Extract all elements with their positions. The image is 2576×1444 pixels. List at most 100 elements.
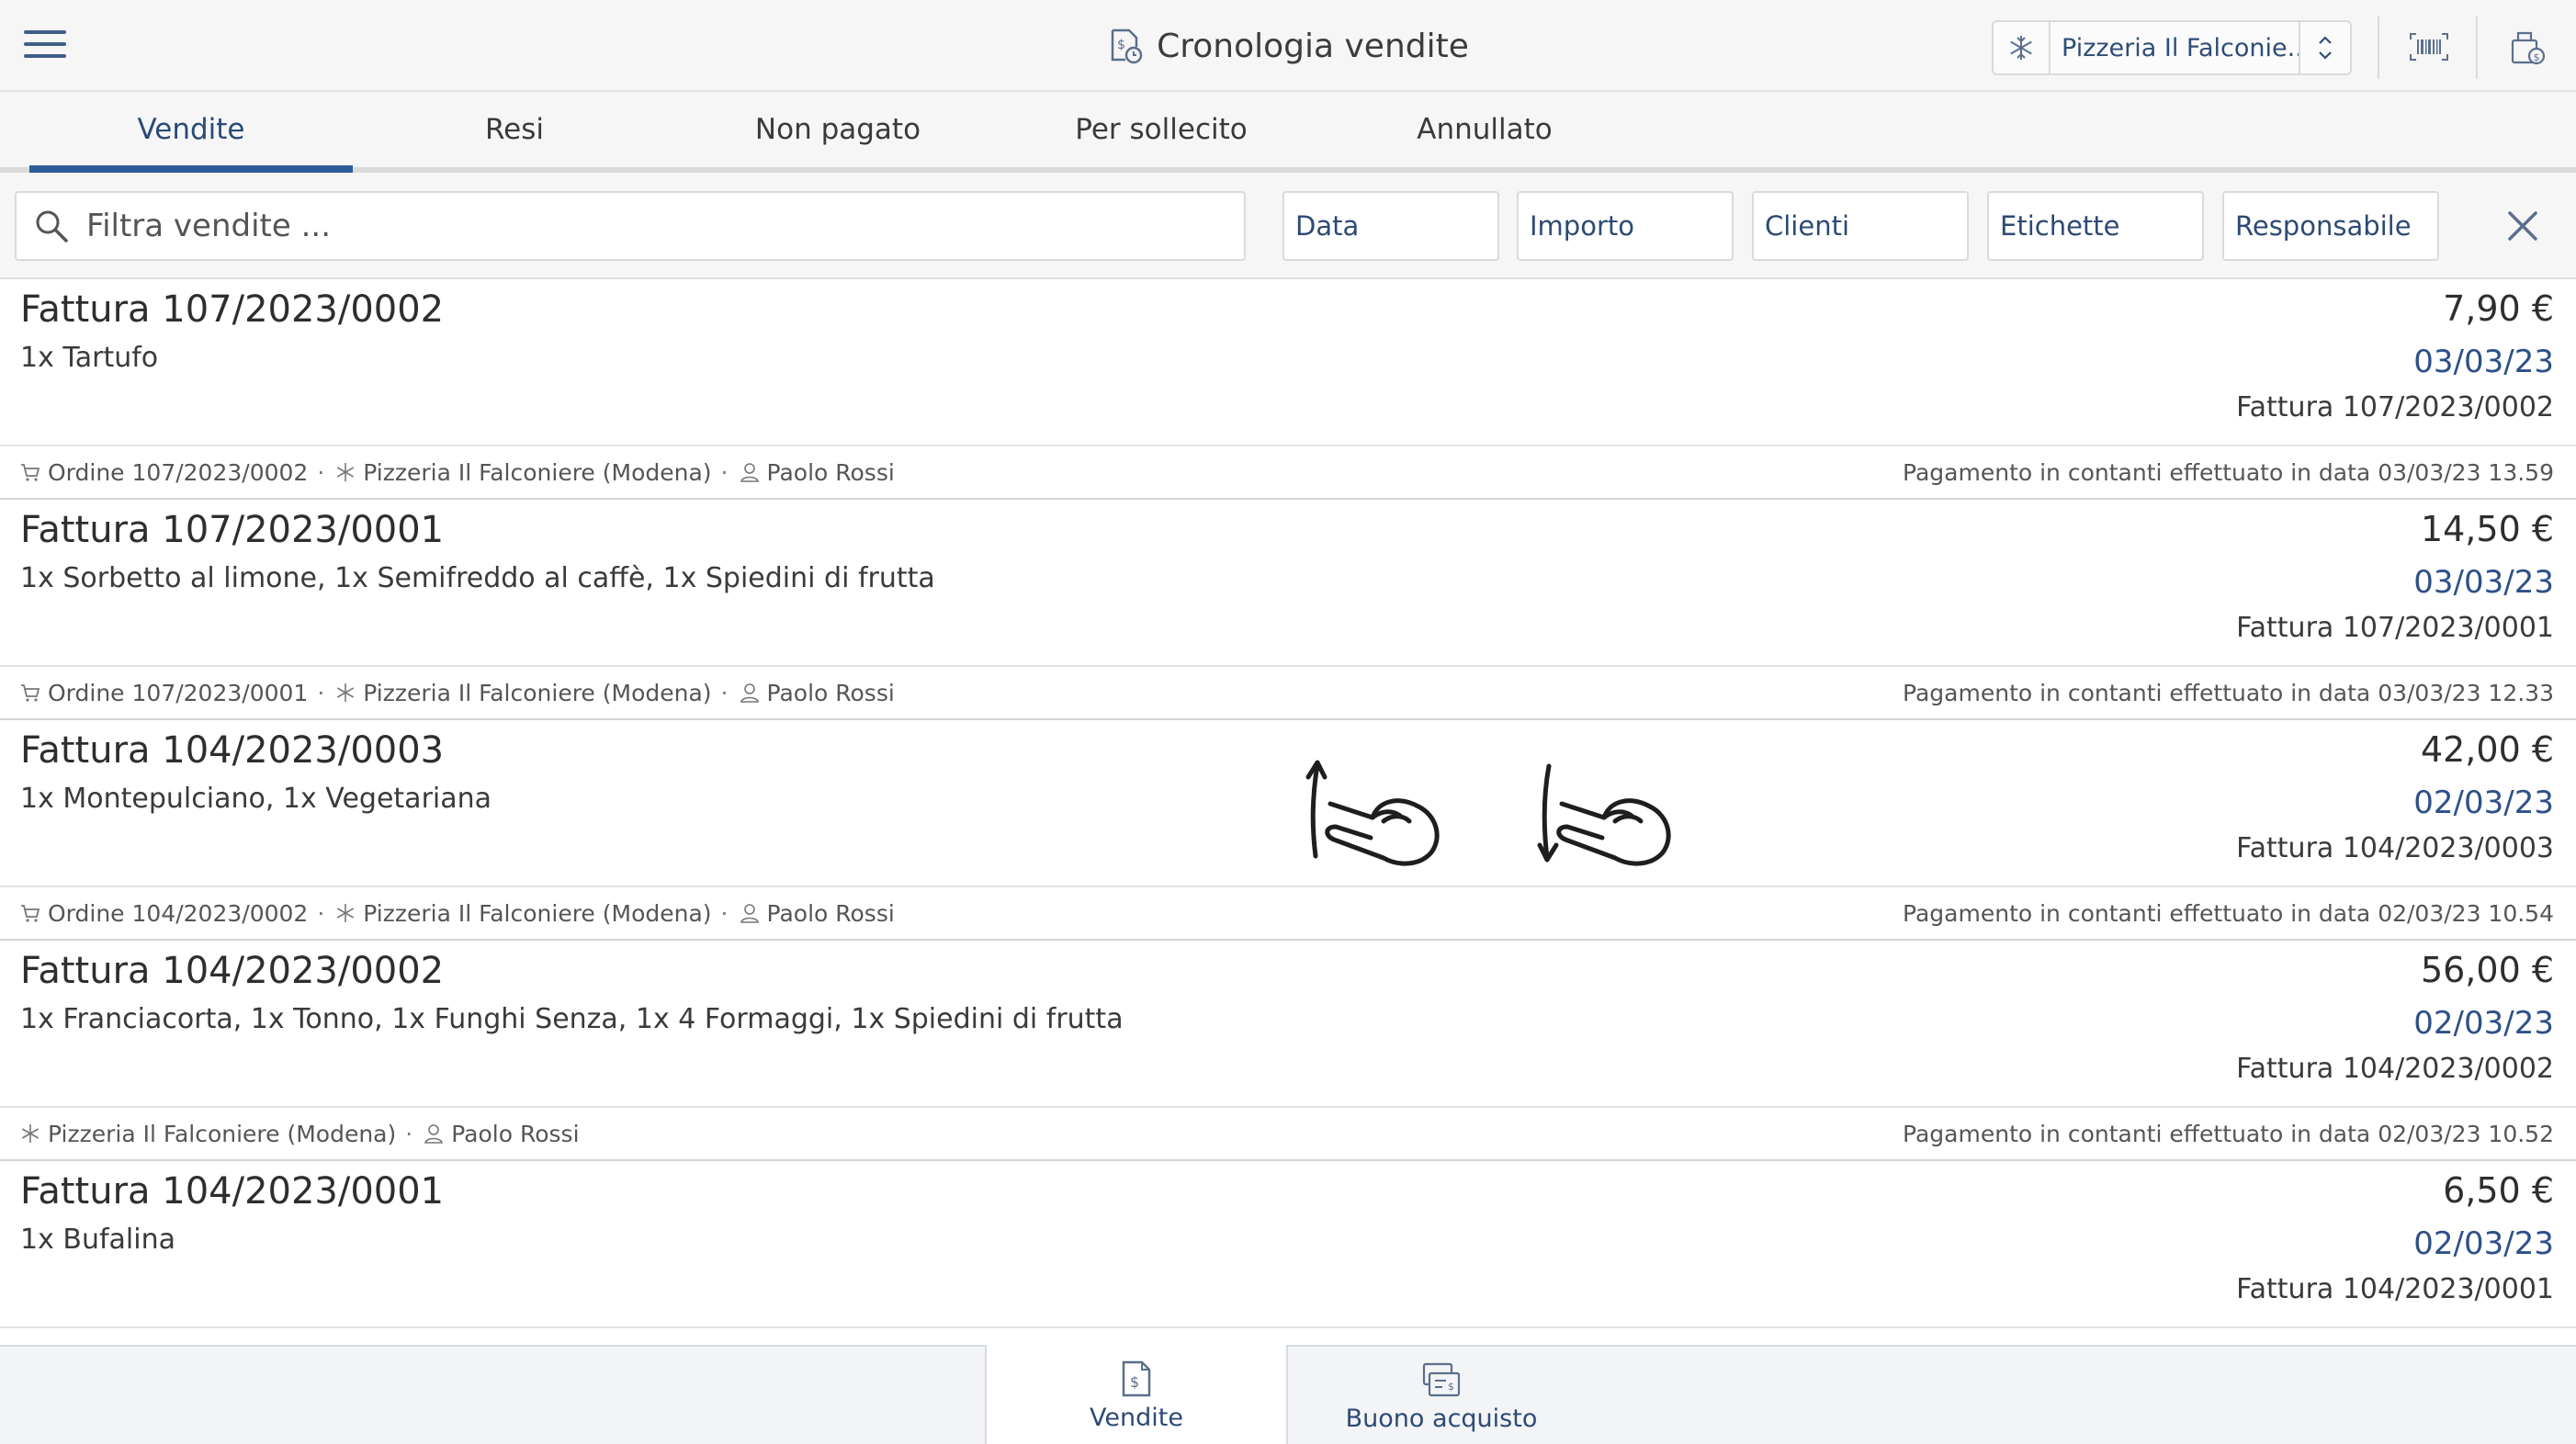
user-icon	[738, 460, 762, 484]
store-name: Pizzeria Il Falconiere (Modena)	[363, 899, 712, 927]
document-reference: Fattura 107/2023/0001	[2236, 612, 2554, 644]
store-name: Pizzeria Il Falconiere (Modena)	[363, 458, 712, 486]
store-name: Pizzeria Il Falconiere (Modena)	[363, 679, 712, 706]
sales-history-icon: $	[1111, 28, 1143, 64]
cart-icon	[18, 901, 42, 925]
order-number: Ordine 107/2023/0002	[48, 458, 309, 486]
filter-responsible-button[interactable]: Responsabile	[2222, 191, 2439, 261]
sale-meta: Ordine 107/2023/0001 · Pizzeria Il Falco…	[0, 665, 2576, 718]
sale-amount: 56,00 €	[2420, 950, 2554, 990]
cart-icon	[18, 681, 42, 705]
sale-amount: 6,50 €	[2443, 1170, 2554, 1211]
swipe-up-gesture-icon	[1305, 760, 1440, 866]
payment-status: Pagamento in contanti effettuato in data…	[1903, 900, 2554, 927]
sale-meta: Ordine 104/2023/0002 · Pizzeria Il Falco…	[0, 886, 2576, 939]
snowflake-icon	[333, 901, 357, 925]
tab-vendite[interactable]: Vendite	[29, 92, 353, 173]
store-selector[interactable]: Pizzeria Il Falconie...	[1992, 20, 2352, 75]
product-summary: 1x Franciacorta, 1x Tonno, 1x Funghi Sen…	[20, 1003, 1124, 1035]
header-divider	[2378, 17, 2379, 79]
page-title-group: $ Cronologia vendite	[1107, 27, 1469, 65]
svg-text:$: $	[2534, 51, 2540, 63]
tab-per-sollecito[interactable]: Per sollecito	[1000, 92, 1323, 167]
product-summary: 1x Bufalina	[20, 1224, 175, 1256]
header-divider	[2476, 17, 2478, 79]
payment-status: Pagamento in contanti effettuato in data…	[1903, 459, 2554, 486]
sale-meta: Ordine 107/2023/0002 · Pizzeria Il Falco…	[0, 445, 2576, 498]
voucher-icon: $	[1422, 1362, 1461, 1396]
sale-meta	[0, 1326, 2576, 1345]
invoice-number: Fattura 104/2023/0001	[20, 1170, 445, 1213]
svg-text:$: $	[1117, 38, 1125, 52]
cart-icon	[18, 460, 42, 484]
filter-amount-button[interactable]: Importo	[1517, 191, 1734, 261]
user-icon	[738, 901, 762, 925]
sale-row[interactable]: Fattura 104/2023/0001 1x Bufalina 6,50 €…	[0, 1161, 2576, 1345]
cash-register-icon[interactable]: $	[2504, 24, 2550, 70]
sale-amount: 7,90 €	[2443, 288, 2554, 329]
snowflake-icon	[333, 681, 357, 705]
user-name: Paolo Rossi	[451, 1120, 580, 1147]
tab-annullato[interactable]: Annullato	[1323, 92, 1646, 167]
sale-amount: 14,50 €	[2420, 509, 2554, 549]
tab-resi[interactable]: Resi	[353, 92, 676, 167]
document-reference: Fattura 104/2023/0003	[2236, 832, 2554, 864]
sale-date: 02/03/23	[2413, 1225, 2554, 1262]
search-input[interactable]	[86, 208, 1226, 244]
top-bar: $ Cronologia vendite Pizzeria Il Falconi…	[0, 0, 2576, 92]
document-reference: Fattura 104/2023/0002	[2236, 1053, 2554, 1085]
product-summary: 1x Sorbetto al limone, 1x Semifreddo al …	[20, 562, 935, 594]
user-name: Paolo Rossi	[766, 458, 895, 486]
product-summary: 1x Montepulciano, 1x Vegetariana	[20, 783, 492, 815]
order-number: Ordine 104/2023/0002	[48, 899, 309, 927]
page-title: Cronologia vendite	[1157, 27, 1469, 65]
nav-buono-acquisto[interactable]: $ Buono acquisto	[1290, 1347, 1593, 1444]
snowflake-icon	[18, 1122, 42, 1145]
sale-amount: 42,00 €	[2420, 729, 2554, 770]
user-icon	[422, 1122, 446, 1145]
nav-vendite-label: Vendite	[1090, 1403, 1183, 1432]
swipe-down-gesture-icon	[1537, 763, 1671, 866]
sale-row[interactable]: Fattura 104/2023/0003 1x Montepulciano, …	[0, 720, 2576, 941]
nav-buono-acquisto-label: Buono acquisto	[1345, 1404, 1538, 1433]
barcode-icon[interactable]	[2406, 24, 2452, 70]
menu-icon[interactable]	[20, 24, 70, 66]
user-name: Paolo Rossi	[766, 679, 895, 706]
status-tabs: Vendite Resi Non pagato Per sollecito An…	[0, 92, 2576, 173]
snowflake-icon	[333, 460, 357, 484]
search-box	[15, 191, 1246, 261]
store-name: Pizzeria Il Falconiere (Modena)	[48, 1120, 397, 1147]
invoice-number: Fattura 107/2023/0002	[20, 288, 445, 331]
invoice-number: Fattura 104/2023/0002	[20, 950, 445, 992]
sale-date: 03/03/23	[2413, 344, 2554, 380]
filter-bar: Data Importo Clienti Etichette Responsab…	[0, 173, 2576, 279]
sale-meta: Pizzeria Il Falconiere (Modena) · Paolo …	[0, 1106, 2576, 1159]
product-summary: 1x Tartufo	[20, 342, 159, 374]
document-reference: Fattura 107/2023/0002	[2236, 391, 2554, 423]
bottom-navigation: $ Vendite $ Buono acquisto	[0, 1345, 2576, 1444]
invoice-number: Fattura 104/2023/0003	[20, 729, 445, 772]
user-icon	[738, 681, 762, 705]
filter-tags-button[interactable]: Etichette	[1987, 191, 2204, 261]
order-number: Ordine 107/2023/0001	[48, 679, 309, 706]
search-icon	[17, 208, 86, 244]
payment-status: Pagamento in contanti effettuato in data…	[1903, 680, 2554, 706]
sale-date: 02/03/23	[2413, 1005, 2554, 1042]
svg-text:$: $	[1130, 1373, 1139, 1391]
filter-date-button[interactable]: Data	[1282, 191, 1499, 261]
sales-list: Fattura 107/2023/0002 1x Tartufo 7,90 € …	[0, 279, 2576, 1345]
clear-filters-close-icon[interactable]	[2495, 198, 2550, 254]
sale-row[interactable]: Fattura 107/2023/0001 1x Sorbetto al lim…	[0, 500, 2576, 720]
invoice-number: Fattura 107/2023/0001	[20, 509, 445, 551]
tab-non-pagato[interactable]: Non pagato	[676, 92, 1000, 167]
snowflake-icon	[1994, 22, 2051, 73]
store-selector-label: Pizzeria Il Falconie...	[2062, 33, 2299, 62]
document-reference: Fattura 104/2023/0001	[2236, 1273, 2554, 1305]
sale-row[interactable]: Fattura 107/2023/0002 1x Tartufo 7,90 € …	[0, 279, 2576, 500]
nav-vendite[interactable]: $ Vendite	[985, 1345, 1288, 1444]
sale-row[interactable]: Fattura 104/2023/0002 1x Franciacorta, 1…	[0, 941, 2576, 1161]
filter-customers-button[interactable]: Clienti	[1752, 191, 1969, 261]
sale-date: 03/03/23	[2413, 564, 2554, 601]
user-name: Paolo Rossi	[766, 899, 895, 927]
up-down-chevron-icon	[2299, 22, 2350, 73]
